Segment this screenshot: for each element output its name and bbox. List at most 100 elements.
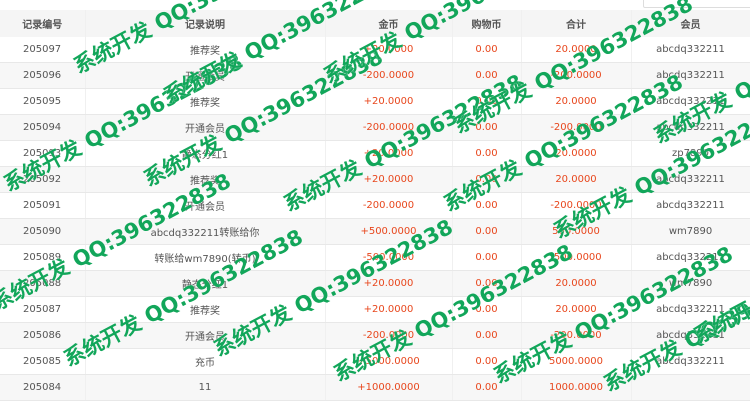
cell-member: abcdq332211 <box>631 114 750 141</box>
table-row[interactable]: 205097 推荐奖 +20.0000 0.00 20.0000 abcdq332211 <box>0 37 750 63</box>
cell-member: abcdq332211 <box>631 348 750 375</box>
header-record-desc[interactable]: 记录说明 <box>85 10 326 37</box>
cell-record-id: 205086 <box>0 322 86 349</box>
cell-record-id: 205096 <box>0 62 86 89</box>
cell-record-id: 205093 <box>0 140 86 167</box>
cell-gold: +20.0000 <box>325 296 453 323</box>
cell-member: abcdq332211 <box>631 244 750 271</box>
table-row[interactable]: 205091 开通会员 -200.0000 0.00 -200.0000 abcdq332… <box>0 192 750 219</box>
cell-record-desc: 充币 <box>85 348 326 375</box>
cell-total: 20.0000 <box>521 88 632 115</box>
cell-member: abcdq332211 <box>631 166 750 193</box>
cell-total: 5000.0000 <box>521 348 632 375</box>
cell-gold: -200.0000 <box>325 114 453 141</box>
cell-record-id: 205094 <box>0 114 86 141</box>
top-right-button[interactable] <box>643 0 750 8</box>
top-toolbar <box>0 0 750 10</box>
cell-total: 20.0000 <box>521 296 632 323</box>
cell-member: abcdq332211 <box>631 62 750 89</box>
cell-record-id: 205090 <box>0 218 86 245</box>
cell-total: -500.0000 <box>521 244 632 271</box>
table-row[interactable]: 205094 开通会员 -200.0000 0.00 -200.0000 abcdq332… <box>0 114 750 141</box>
header-member[interactable]: 会员 <box>631 10 750 37</box>
cell-record-id: 205087 <box>0 296 86 323</box>
cell-member: zp7890 <box>631 140 750 167</box>
cell-gold: -200.0000 <box>325 322 453 349</box>
cell-record-desc: 推荐奖 <box>85 37 326 63</box>
cell-shopping-coin: 0.00 <box>452 218 522 245</box>
cell-total: -200.0000 <box>521 114 632 141</box>
table-row[interactable]: 205093 静态分红1 +20.0000 0.00 20.0000 zp7890 <box>0 140 750 167</box>
table-row[interactable]: 205085 充币 +5000.0000 0.00 5000.0000 abcdq3322… <box>0 348 750 375</box>
cell-total: -200.0000 <box>521 322 632 349</box>
cell-shopping-coin: 0.00 <box>452 270 522 297</box>
cell-record-desc: 推荐奖 <box>85 296 326 323</box>
cell-record-desc: 转账给wm7890(转币) <box>85 244 326 271</box>
cell-member <box>631 374 750 401</box>
cell-record-desc: 开通会员 <box>85 114 326 141</box>
cell-gold: +5000.0000 <box>325 348 453 375</box>
cell-member: abcdq332211 <box>631 88 750 115</box>
table-row[interactable]: 205088 静态分红1 +20.0000 0.00 20.0000 wm7890 <box>0 270 750 297</box>
cell-total: -200.0000 <box>521 192 632 219</box>
cell-gold: -500.0000 <box>325 244 453 271</box>
cell-shopping-coin: 0.00 <box>452 244 522 271</box>
cell-record-desc: 静态分红1 <box>85 270 326 297</box>
cell-shopping-coin: 0.00 <box>452 166 522 193</box>
cell-record-id: 205095 <box>0 88 86 115</box>
cell-total: 20.0000 <box>521 37 632 63</box>
table-row[interactable]: 205096 开通会员 -200.0000 0.00 -200.0000 abcdq332… <box>0 62 750 89</box>
record-table: 记录编号 记录说明 金币 购物币 合计 会员 205097 推荐奖 +20.0000… <box>0 10 750 401</box>
cell-total: -200.0000 <box>521 62 632 89</box>
cell-shopping-coin: 0.00 <box>452 374 522 401</box>
header-shopping-coin[interactable]: 购物币 <box>452 10 522 37</box>
cell-record-id: 205092 <box>0 166 86 193</box>
cell-shopping-coin: 0.00 <box>452 88 522 115</box>
cell-shopping-coin: 0.00 <box>452 192 522 219</box>
table-row[interactable]: 205084 11 +1000.0000 0.00 1000.0000 <box>0 374 750 401</box>
cell-total: 20.0000 <box>521 270 632 297</box>
table-row[interactable]: 205089 转账给wm7890(转币) -500.0000 0.00 -500.000… <box>0 244 750 271</box>
cell-gold: -200.0000 <box>325 62 453 89</box>
cell-shopping-coin: 0.00 <box>452 62 522 89</box>
cell-member: wm7890 <box>631 270 750 297</box>
cell-member: abcdq332211 <box>631 37 750 63</box>
cell-record-desc: abcdq332211转账给你 <box>85 218 326 245</box>
cell-record-id: 205084 <box>0 374 86 401</box>
table-row[interactable]: 205095 推荐奖 +20.0000 0.00 20.0000 abcdq332211 <box>0 88 750 115</box>
cell-gold: +1000.0000 <box>325 374 453 401</box>
cell-gold: +500.0000 <box>325 218 453 245</box>
cell-record-desc: 开通会员 <box>85 62 326 89</box>
cell-member: abcdq332211 <box>631 192 750 219</box>
cell-record-desc: 11 <box>85 374 326 401</box>
cell-shopping-coin: 0.00 <box>452 348 522 375</box>
table-row[interactable]: 205086 开通会员 -200.0000 0.00 -200.0000 abcdq332… <box>0 322 750 349</box>
header-total[interactable]: 合计 <box>521 10 632 37</box>
cell-record-id: 205097 <box>0 37 86 63</box>
cell-total: 20.0000 <box>521 140 632 167</box>
cell-record-id: 205091 <box>0 192 86 219</box>
cell-record-desc: 静态分红1 <box>85 140 326 167</box>
cell-record-id: 205085 <box>0 348 86 375</box>
cell-gold: +20.0000 <box>325 140 453 167</box>
cell-member: abcdq332211 <box>631 322 750 349</box>
cell-record-id: 205089 <box>0 244 86 271</box>
cell-shopping-coin: 0.00 <box>452 37 522 63</box>
cell-gold: +20.0000 <box>325 270 453 297</box>
cell-total: 500.0000 <box>521 218 632 245</box>
cell-record-desc: 推荐奖 <box>85 88 326 115</box>
cell-record-desc: 开通会员 <box>85 322 326 349</box>
cell-shopping-coin: 0.00 <box>452 140 522 167</box>
table-row[interactable]: 205092 推荐奖 +20.0000 0.00 20.0000 abcdq332211 <box>0 166 750 193</box>
cell-total: 20.0000 <box>521 166 632 193</box>
table-body: 205097 推荐奖 +20.0000 0.00 20.0000 abcdq332211 2… <box>0 37 750 401</box>
table-row[interactable]: 205087 推荐奖 +20.0000 0.00 20.0000 abcdq332211 <box>0 296 750 323</box>
cell-gold: +20.0000 <box>325 166 453 193</box>
cell-shopping-coin: 0.00 <box>452 296 522 323</box>
table-row[interactable]: 205090 abcdq332211转账给你 +500.0000 0.00 500.00… <box>0 218 750 245</box>
cell-shopping-coin: 0.00 <box>452 114 522 141</box>
header-record-id[interactable]: 记录编号 <box>0 10 86 37</box>
cell-gold: -200.0000 <box>325 192 453 219</box>
header-gold[interactable]: 金币 <box>325 10 453 37</box>
cell-shopping-coin: 0.00 <box>452 322 522 349</box>
